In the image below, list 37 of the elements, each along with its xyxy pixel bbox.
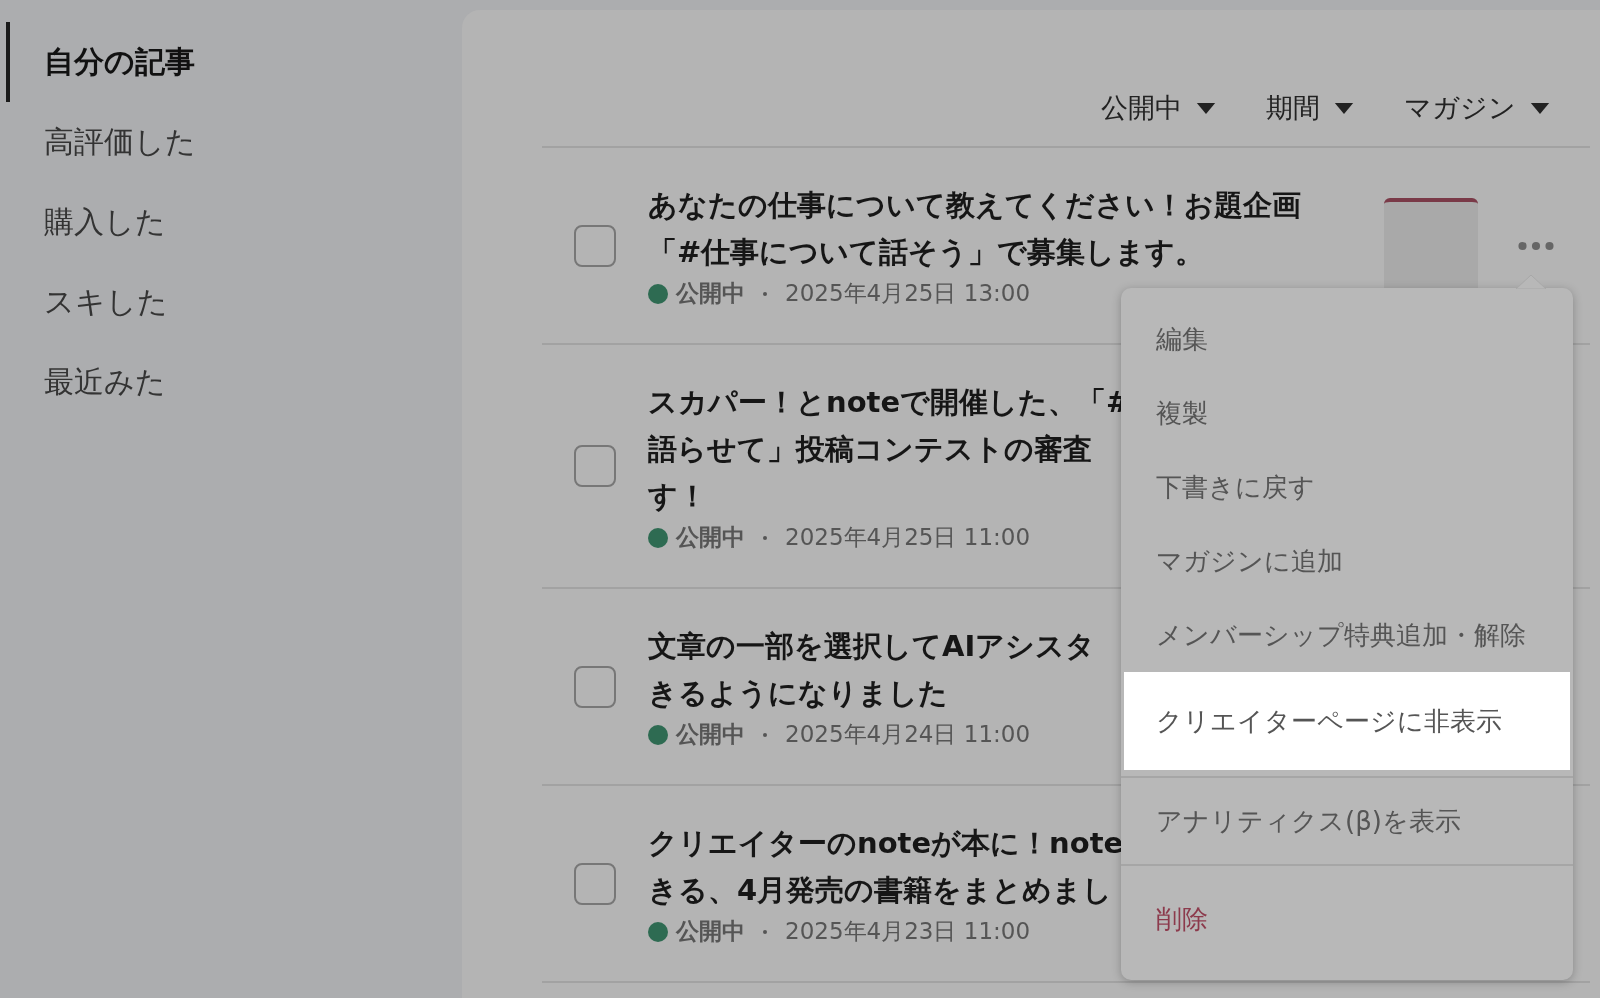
menu-item[interactable]: クリエイターページに非表示	[1124, 672, 1570, 770]
status-label: 公開中	[676, 279, 745, 308]
article-title[interactable]: あなたの仕事について教えてください！お題企画 「#仕事について話そう」で募集します。	[648, 182, 1384, 276]
sidebar-item[interactable]: 最近みた	[6, 342, 462, 422]
checkbox[interactable]	[574, 665, 616, 708]
publish-date: 2025年4月24日 11:00	[785, 720, 1031, 749]
checkbox[interactable]	[574, 224, 616, 267]
status-label: 公開中	[676, 917, 745, 946]
separator-dot-icon	[763, 291, 767, 296]
separator-dot-icon	[763, 929, 767, 934]
sidebar-item[interactable]: 高評価した	[6, 102, 462, 182]
publish-date: 2025年4月25日 13:00	[785, 279, 1031, 308]
sidebar-item[interactable]: 購入した	[6, 182, 462, 262]
menu-item[interactable]: 下書きに戻す	[1124, 450, 1570, 524]
menu-item[interactable]: 削除	[1124, 872, 1570, 966]
caret-icon	[1530, 102, 1550, 114]
publish-date: 2025年4月23日 11:00	[785, 917, 1031, 946]
menu-item[interactable]: アナリティクス(β)を表示	[1124, 784, 1570, 858]
menu-item[interactable]: 編集	[1124, 302, 1570, 376]
menu-item[interactable]: マガジンに追加	[1124, 524, 1570, 598]
status-label: 公開中	[676, 720, 745, 749]
publish-date: 2025年4月25日 11:00	[785, 523, 1031, 552]
thumbnail-placeholder[interactable]	[1384, 198, 1478, 288]
menu-item[interactable]: 複製	[1124, 376, 1570, 450]
status-label: 公開中	[676, 523, 745, 552]
filter-dropdown[interactable]: 公開中	[1101, 90, 1216, 126]
checkbox[interactable]	[574, 445, 616, 487]
caret-icon	[1334, 102, 1354, 114]
more-options-icon[interactable]	[1518, 240, 1554, 251]
menu-item[interactable]: メンバーシップ特典追加・解除	[1124, 598, 1570, 672]
checkbox[interactable]	[574, 862, 616, 905]
filter-dropdown[interactable]: 期間	[1266, 90, 1354, 126]
sidebar-item[interactable]: スキした	[6, 262, 462, 342]
caret-icon	[1196, 102, 1216, 114]
separator-dot-icon	[763, 732, 767, 737]
filter-dropdown[interactable]: マガジン	[1404, 90, 1550, 126]
separator-dot-icon	[763, 535, 767, 540]
